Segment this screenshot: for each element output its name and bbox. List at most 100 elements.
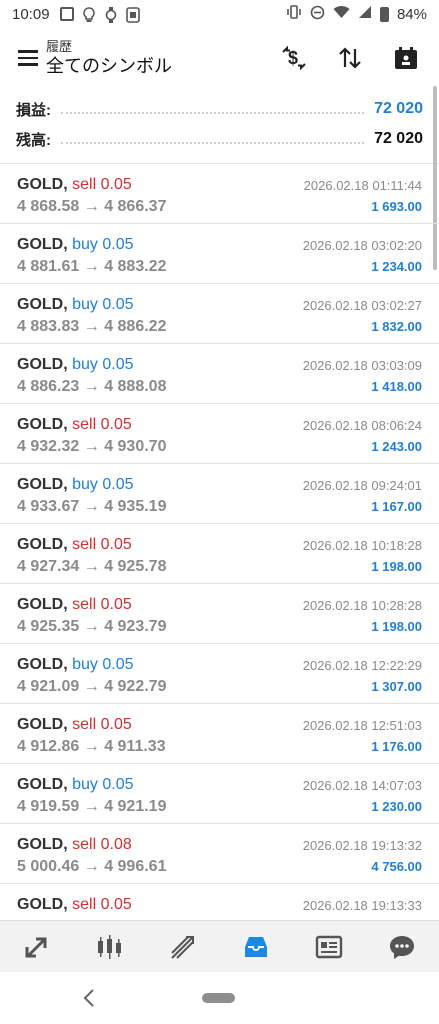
trade-row[interactable]: GOLD, sell 0.05 4 925.35 → 4 923.79 2026.0… — [0, 584, 439, 644]
trade-time: 2026.02.18 10:18:28 — [302, 538, 422, 553]
trade-volume: 0.05 — [102, 356, 134, 373]
arrow-icon: → — [83, 798, 100, 815]
trade-profit: 1 243.00 — [371, 439, 422, 454]
arrow-icon: → — [83, 318, 100, 335]
trade-symbol-line: GOLD, buy 0.05 — [17, 656, 134, 674]
nav-chart[interactable] — [88, 925, 132, 969]
trade-symbol: GOLD, — [17, 236, 68, 253]
back-button[interactable] — [82, 988, 96, 1014]
notification-icons — [59, 7, 140, 23]
menu-button[interactable] — [6, 36, 50, 80]
profit-label: 損益: — [16, 101, 51, 119]
balance-dots — [61, 142, 365, 144]
menu-icon-bar — [18, 63, 38, 66]
trade-symbol: GOLD, — [17, 416, 68, 433]
trade-side: buy — [72, 656, 98, 673]
trade-row[interactable]: GOLD, buy 0.05 4 933.67 → 4 935.19 2026.02… — [0, 464, 439, 524]
trade-time: 2026.02.18 10:28:28 — [302, 598, 422, 613]
trade-symbol: GOLD, — [17, 656, 68, 673]
nav-news[interactable] — [307, 925, 351, 969]
trade-prices: 4 925.35 → 4 923.79 — [17, 618, 166, 636]
dollar-exchange-icon: $ — [282, 45, 306, 71]
nav-quotes[interactable] — [15, 925, 59, 969]
trade-row[interactable]: GOLD, sell 0.05 4 912.86 → 4 911.33 2026.0… — [0, 704, 439, 764]
menu-icon-bar — [18, 50, 38, 53]
trade-symbol-line: GOLD, sell 0.05 — [17, 536, 132, 554]
deposit-withdraw-button[interactable]: $ — [275, 39, 313, 77]
trade-prices: 4 932.32 → 4 930.70 — [17, 438, 166, 456]
trade-profit: 1 307.00 — [371, 679, 422, 694]
open-price: 4 921.09 — [17, 678, 80, 695]
trade-prices: 4 933.67 → 4 935.19 — [17, 498, 166, 516]
open-price: 4 883.83 — [17, 318, 80, 335]
trade-symbol: GOLD, — [17, 356, 68, 373]
trade-profit: 1 418.00 — [371, 379, 422, 394]
balance-row: 残高: 72 020 — [16, 125, 423, 153]
trade-row[interactable]: GOLD, buy 0.05 4 921.09 → 4 922.79 2026.02… — [0, 644, 439, 704]
sort-button[interactable] — [331, 39, 369, 77]
trade-prices: 4 993.20 → 4 996.61 — [17, 918, 166, 919]
trade-side: sell — [72, 596, 97, 613]
signal-icon — [358, 5, 372, 23]
nav-trade[interactable] — [161, 925, 205, 969]
trade-volume: 0.05 — [102, 236, 134, 253]
open-price: 4 868.58 — [17, 198, 80, 215]
trade-row[interactable]: GOLD, buy 0.05 4 881.61 → 4 883.22 2026.02… — [0, 224, 439, 284]
page-title[interactable]: 全てのシンボル — [46, 55, 172, 77]
profit-dots — [61, 112, 365, 114]
nav-history[interactable] — [234, 925, 278, 969]
trade-volume: 0.05 — [102, 296, 134, 313]
open-price: 5 000.46 — [17, 858, 80, 875]
trade-prices: 4 886.23 → 4 888.08 — [17, 378, 166, 396]
trade-prices: 4 881.61 → 4 883.22 — [17, 258, 166, 276]
trade-prices: 4 883.83 → 4 886.22 — [17, 318, 166, 336]
profit-row: 損益: 72 020 — [16, 95, 423, 123]
trade-row[interactable]: GOLD, buy 0.05 4 919.59 → 4 921.19 2026.02… — [0, 764, 439, 824]
nav-messages[interactable] — [380, 925, 424, 969]
page-subtitle: 履歴 — [46, 39, 73, 54]
balance-value: 72 020 — [374, 130, 423, 147]
trade-row[interactable]: GOLD, sell 0.08 5 000.46 → 4 996.61 2026.0… — [0, 824, 439, 884]
trade-time: 2026.02.18 14:07:03 — [302, 778, 422, 793]
trade-row[interactable]: GOLD, buy 0.05 4 883.83 → 4 886.22 2026.02… — [0, 284, 439, 344]
arrow-icon: → — [83, 198, 100, 215]
close-price: 4 996.61 — [104, 918, 166, 919]
news-icon — [316, 935, 343, 958]
trade-volume: 0.08 — [100, 836, 132, 853]
trade-prices: 4 919.59 → 4 921.19 — [17, 798, 166, 816]
trade-row[interactable]: GOLD, sell 0.05 4 927.34 → 4 925.78 2026.0… — [0, 524, 439, 584]
back-icon — [83, 989, 94, 1007]
close-price: 4 925.78 — [104, 558, 167, 575]
close-price: 4 866.37 — [104, 198, 167, 215]
trade-list[interactable]: GOLD, sell 0.05 4 868.58 → 4 866.37 2026.0… — [0, 164, 439, 919]
home-button[interactable] — [202, 993, 235, 1003]
trade-row[interactable]: GOLD, sell 0.05 4 932.32 → 4 930.70 2026.0… — [0, 404, 439, 464]
trade-symbol: GOLD, — [17, 776, 68, 793]
open-price: 4 927.34 — [17, 558, 80, 575]
trade-prices: 4 912.86 → 4 911.33 — [17, 738, 166, 756]
trade-symbol-line: GOLD, sell 0.08 — [17, 836, 132, 854]
app-toolbar: 履歴 全てのシンボル $ — [0, 30, 439, 86]
status-bar: 10:09 84% — [0, 0, 439, 28]
trade-icon — [171, 935, 194, 959]
trade-row[interactable]: GOLD, sell 0.05 4 993.20 → 4 996.61 2026.0… — [0, 884, 439, 919]
trade-symbol-line: GOLD, buy 0.05 — [17, 296, 134, 314]
quotes-icon — [25, 937, 47, 957]
trade-prices: 4 921.09 → 4 922.79 — [17, 678, 166, 696]
trade-side: buy — [72, 776, 98, 793]
trade-prices: 4 927.34 → 4 925.78 — [17, 558, 166, 576]
trade-row[interactable]: GOLD, buy 0.05 4 886.23 → 4 888.08 2026.02… — [0, 344, 439, 404]
close-price: 4 922.79 — [104, 678, 167, 695]
arrow-icon: → — [83, 438, 100, 455]
arrow-icon: → — [84, 918, 100, 919]
trade-symbol: GOLD, — [17, 596, 68, 613]
arrow-icon: → — [83, 378, 100, 395]
close-price: 4 911.33 — [104, 738, 166, 755]
trade-symbol-line: GOLD, sell 0.05 — [17, 416, 132, 434]
battery-icon — [379, 6, 389, 22]
period-button[interactable] — [387, 39, 425, 77]
trade-symbol-line: GOLD, buy 0.05 — [17, 356, 134, 374]
watch-notification-icon — [104, 7, 118, 23]
trade-row[interactable]: GOLD, sell 0.05 4 868.58 → 4 866.37 2026.0… — [0, 164, 439, 224]
open-price: 4 919.59 — [17, 798, 80, 815]
